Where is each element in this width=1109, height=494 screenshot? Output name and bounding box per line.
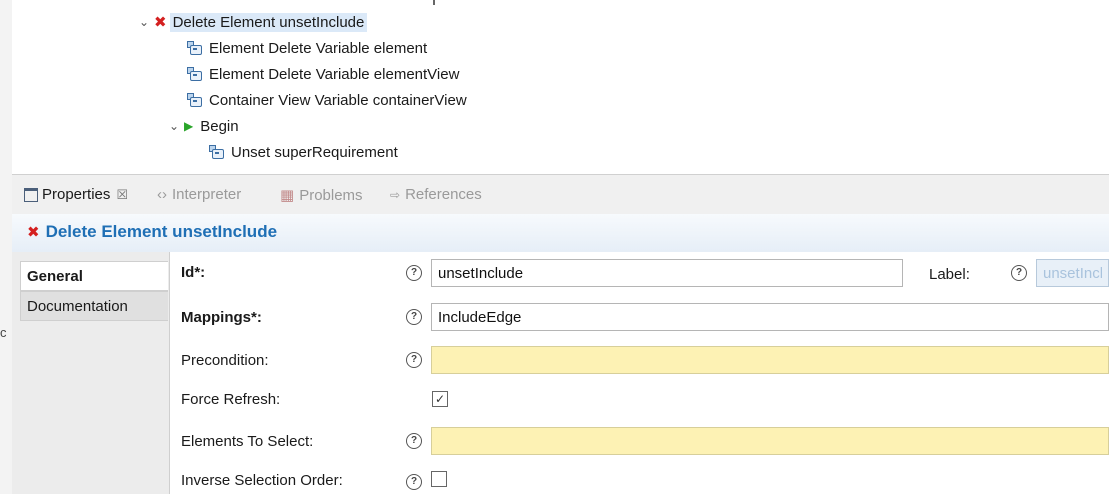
references-arrow-icon: ⇨ [390,187,401,202]
delete-x-icon: ✖ [154,14,167,31]
tree-item-begin[interactable]: ⌄ ▶ Begin [168,115,242,137]
variable-icon [186,93,202,107]
mappings-field[interactable] [431,303,1109,331]
outline-tree: ⌄ ✖ Delete Element unsetInclude Element … [12,0,1109,174]
force-refresh-checkbox[interactable]: ✓ [432,391,448,407]
clipped-text: c [0,325,7,340]
tab-label: Properties [42,186,111,203]
tab-label: Interpreter [172,186,242,203]
tree-item-label: Delete Element unsetInclude [169,12,368,32]
tab-label: References [405,186,482,203]
properties-header: ✖ Delete Element unsetInclude [12,214,1109,252]
begin-play-icon: ▶ [184,119,194,133]
inverse-selection-order-checkbox[interactable] [431,471,447,487]
help-icon[interactable]: ? [406,265,422,281]
side-tab-documentation[interactable]: Documentation [20,291,168,321]
tree-item-label: Unset superRequirement [231,143,398,161]
delete-x-icon: ✖ [27,224,40,241]
help-icon[interactable]: ? [406,474,422,490]
help-icon[interactable]: ? [406,309,422,325]
help-icon[interactable]: ? [406,352,422,368]
tree-item-label: Element Delete Variable element [209,39,428,57]
label-field[interactable] [1036,259,1109,287]
elements-to-select-field[interactable] [431,427,1109,455]
clipped-tree-edge [433,0,435,5]
label-label: Label: [929,266,970,283]
tab-label: Problems [299,186,363,204]
inverse-selection-order-label: Inverse Selection Order: [181,472,343,489]
mappings-label: Mappings*: [181,309,262,326]
tree-item-variable-containerview[interactable]: Container View Variable containerView [186,89,470,111]
tab-problems[interactable]: ▦ Problems [280,186,363,205]
tree-item-unset-superrequirement[interactable]: Unset superRequirement [208,141,401,163]
tree-item-label: Container View Variable containerView [209,91,467,109]
properties-window-icon [24,187,38,202]
view-tab-bar: Properties ☒ ‹› Interpreter ▦ Problems ⇨… [12,174,1109,216]
chevron-down-icon[interactable]: ⌄ [138,15,150,29]
properties-side-tabs: General Documentation [12,252,170,494]
side-tab-general[interactable]: General [20,261,168,291]
variable-icon [186,41,202,55]
precondition-field[interactable] [431,346,1109,374]
tab-properties[interactable]: Properties ☒ [24,186,128,203]
tree-item-label: Element Delete Variable elementView [209,65,460,83]
help-icon[interactable]: ? [406,433,422,449]
force-refresh-label: Force Refresh: [181,391,281,408]
tab-interpreter[interactable]: ‹› Interpreter [157,186,241,203]
tree-item-delete-element[interactable]: ⌄ ✖ Delete Element unsetInclude [138,11,368,33]
tree-item-variable-element[interactable]: Element Delete Variable element [186,37,430,59]
help-icon[interactable]: ? [1011,265,1027,281]
problems-icon: ▦ [280,187,295,204]
tree-item-label: Begin [200,117,239,135]
precondition-label: Precondition: [181,352,269,369]
properties-title: ✖ Delete Element unsetInclude [27,222,277,242]
variable-icon [208,145,224,159]
page-title: Delete Element unsetInclude [45,222,278,241]
close-tab-icon[interactable]: ☒ [116,187,128,203]
tab-references[interactable]: ⇨ References [390,186,482,203]
tree-item-variable-elementview[interactable]: Element Delete Variable elementView [186,63,462,85]
elements-to-select-label: Elements To Select: [181,433,314,450]
id-label: Id*: [181,264,206,281]
interpreter-icon: ‹› [157,186,167,203]
variable-icon [186,67,202,81]
chevron-down-icon[interactable]: ⌄ [168,119,180,133]
id-field[interactable] [431,259,903,287]
